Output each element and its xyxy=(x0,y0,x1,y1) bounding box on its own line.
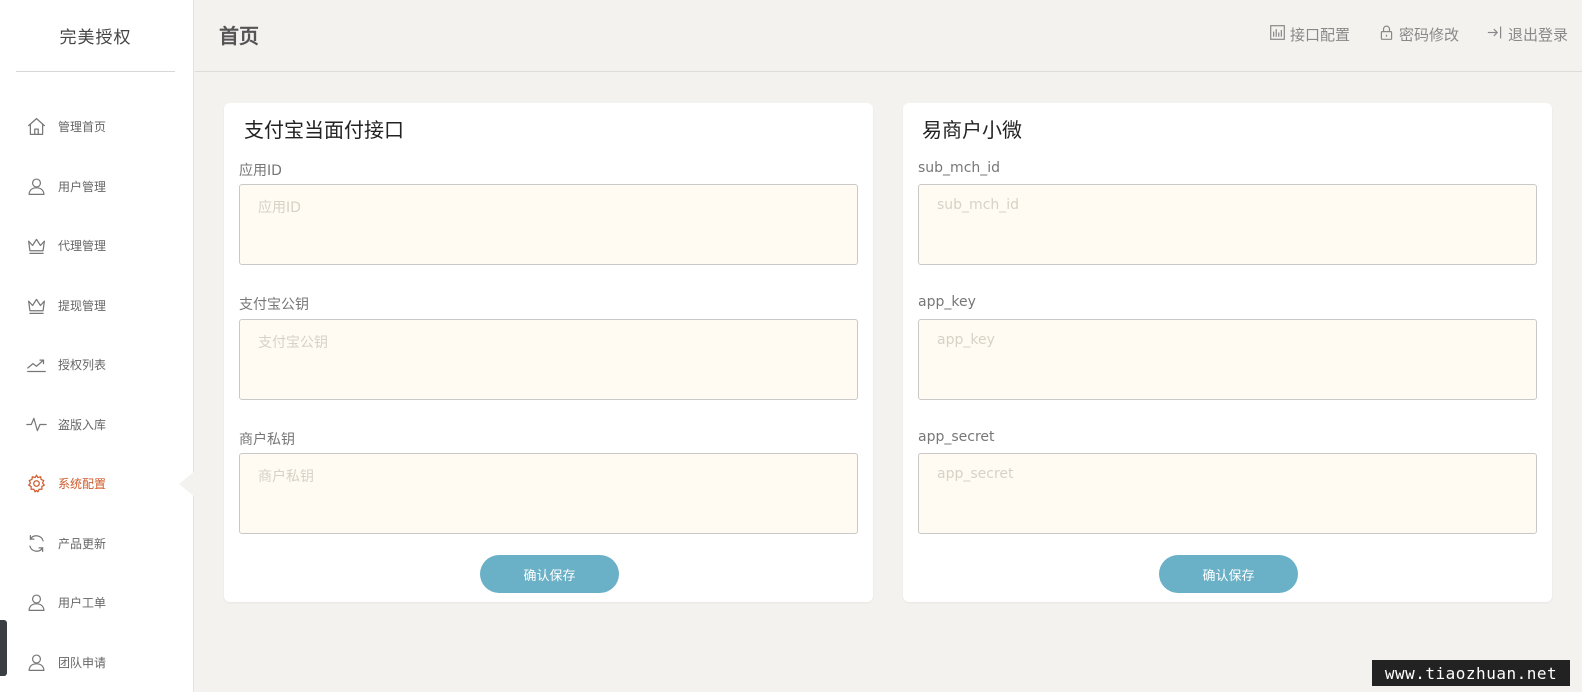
sidebar-item-agents[interactable]: 代理管理 xyxy=(0,216,194,276)
sidebar-item-users[interactable]: 用户管理 xyxy=(0,157,194,217)
field-label-merchant-private-key: 商户私钥 xyxy=(239,432,295,448)
watermark: www.tiaozhuan.net xyxy=(1372,660,1570,686)
page-title: 首页 xyxy=(219,24,259,48)
lock-icon xyxy=(1378,24,1395,45)
crown-icon xyxy=(25,235,47,257)
save-button[interactable]: 确认保存 xyxy=(480,555,619,593)
sidebar-item-label: 用户管理 xyxy=(58,179,107,194)
card-title: 支付宝当面付接口 xyxy=(244,118,404,142)
app-key-field[interactable] xyxy=(918,319,1537,400)
sidebar-item-label: 提现管理 xyxy=(58,298,107,313)
gear-icon xyxy=(25,473,47,495)
merchant-private-key-field[interactable] xyxy=(239,453,858,534)
sidebar-item-label: 团队申请 xyxy=(58,655,107,670)
logout-icon xyxy=(1487,24,1504,45)
sidebar-item-home[interactable]: 管理首页 xyxy=(0,97,194,157)
sidebar-item-label: 管理首页 xyxy=(58,120,107,135)
field-label-sub-mch-id: sub_mch_id xyxy=(918,160,1001,176)
brand-title: 完美授权 xyxy=(16,0,175,72)
alipay-config-card: 支付宝当面付接口 应用ID 支付宝公钥 商户私钥 确认保存 xyxy=(224,103,873,602)
sidebar-nav: 管理首页 用户管理 代理管理 提现管理 授权列表 盗版入库 系统配置 产品更新 xyxy=(0,97,195,692)
top-actions: 接口配置 密码修改 退出登录 xyxy=(1269,24,1568,45)
sidebar-item-updates[interactable]: 产品更新 xyxy=(0,514,194,574)
sidebar-item-label: 代理管理 xyxy=(58,239,107,254)
sub-mch-id-field[interactable] xyxy=(918,184,1537,265)
api-config-label: 接口配置 xyxy=(1289,26,1350,44)
logout-link[interactable]: 退出登录 xyxy=(1487,24,1568,45)
top-bar: 首页 接口配置 密码修改 退出登录 xyxy=(195,0,1582,72)
refresh-icon xyxy=(25,532,47,554)
field-label-alipay-public-key: 支付宝公钥 xyxy=(239,297,309,313)
trend-icon xyxy=(25,354,47,376)
field-label-app-id: 应用ID xyxy=(239,163,282,179)
sidebar-item-team[interactable]: 团队申请 xyxy=(0,633,194,692)
sidebar-item-system-config[interactable]: 系统配置 xyxy=(0,454,195,514)
sidebar-item-piracy[interactable]: 盗版入库 xyxy=(0,395,194,455)
home-icon xyxy=(25,116,47,138)
user-icon xyxy=(25,651,47,673)
field-label-app-key: app_key xyxy=(918,294,976,310)
card-title: 易商户小微 xyxy=(922,118,1022,142)
field-label-app-secret: app_secret xyxy=(918,429,995,445)
chart-box-icon xyxy=(1269,24,1286,45)
sidebar-item-tickets[interactable]: 用户工单 xyxy=(0,573,194,633)
sidebar-item-label: 系统配置 xyxy=(58,477,107,492)
side-handle[interactable] xyxy=(0,620,7,676)
crown-icon xyxy=(25,294,47,316)
alipay-public-key-field[interactable] xyxy=(239,319,858,400)
user-icon xyxy=(25,175,47,197)
sidebar: 完美授权 管理首页 用户管理 代理管理 提现管理 授权列表 盗版入库 系统配置 xyxy=(0,0,195,692)
logout-label: 退出登录 xyxy=(1507,26,1568,44)
app-id-field[interactable] xyxy=(239,184,858,265)
sidebar-item-label: 授权列表 xyxy=(58,358,107,373)
sidebar-item-label: 产品更新 xyxy=(58,536,107,551)
change-password-link[interactable]: 密码修改 xyxy=(1378,24,1459,45)
save-button[interactable]: 确认保存 xyxy=(1159,555,1298,593)
sidebar-item-label: 盗版入库 xyxy=(58,417,107,432)
api-config-link[interactable]: 接口配置 xyxy=(1269,24,1350,45)
change-password-label: 密码修改 xyxy=(1398,26,1459,44)
sidebar-item-licenses[interactable]: 授权列表 xyxy=(0,335,194,395)
app-secret-field[interactable] xyxy=(918,453,1537,534)
sidebar-item-label: 用户工单 xyxy=(58,596,107,611)
sidebar-item-withdraw[interactable]: 提现管理 xyxy=(0,276,194,336)
yishang-config-card: 易商户小微 sub_mch_id app_key app_secret 确认保存 xyxy=(903,103,1552,602)
user-icon xyxy=(25,592,47,614)
pulse-icon xyxy=(25,413,47,435)
